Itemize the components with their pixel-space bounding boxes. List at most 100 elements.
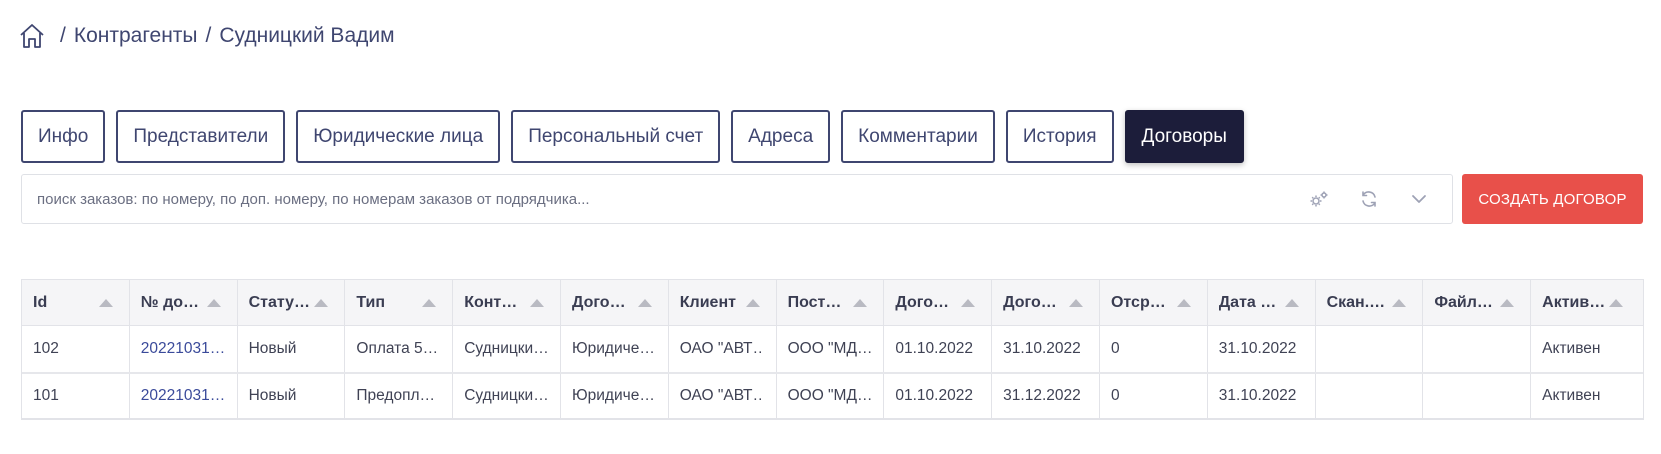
settings-icon[interactable] bbox=[1294, 179, 1344, 219]
sort-icon[interactable] bbox=[1500, 298, 1515, 307]
column-header-contract-end[interactable]: Дого… bbox=[992, 280, 1100, 325]
column-header-id[interactable]: Id bbox=[22, 280, 130, 325]
sort-icon[interactable] bbox=[1392, 298, 1407, 307]
column-header-client[interactable]: Клиент bbox=[669, 280, 777, 325]
column-header-file[interactable]: Файл… bbox=[1423, 280, 1532, 325]
breadcrumb-separator: / bbox=[60, 24, 66, 47]
table-cell: 0 bbox=[1100, 326, 1208, 372]
main-content: Инфо Представители Юридические лица Перс… bbox=[0, 72, 1661, 454]
column-header-contract-start[interactable]: Дого… bbox=[884, 280, 993, 325]
column-header-label: Скан.… bbox=[1326, 293, 1386, 311]
cell-text: 0 bbox=[1110, 340, 1120, 357]
table-cell: Новый bbox=[238, 374, 346, 418]
cell-text: Активен bbox=[1542, 340, 1601, 357]
table-cell bbox=[1423, 326, 1532, 372]
table-row[interactable]: 101 20221031… Новый Предопл… Судницки… Ю… bbox=[22, 372, 1643, 418]
cell-text: 101 bbox=[33, 387, 59, 404]
column-header-label: Id bbox=[33, 293, 48, 311]
table-cell: Судницки… bbox=[453, 326, 561, 372]
breadcrumb-contractors[interactable]: Контрагенты bbox=[74, 24, 198, 48]
sort-icon[interactable] bbox=[1284, 298, 1299, 307]
tab-bar: Инфо Представители Юридические лица Перс… bbox=[21, 110, 1255, 163]
column-header-active[interactable]: Актив… bbox=[1531, 280, 1639, 325]
table-cell: 102 bbox=[22, 326, 130, 372]
table-cell: Оплата 5… bbox=[345, 326, 454, 372]
table-cell: 31.10.2022 bbox=[1208, 374, 1316, 418]
column-header-status[interactable]: Стату… bbox=[238, 280, 346, 325]
column-header-label: Пост… bbox=[787, 293, 842, 311]
column-header-contract-number[interactable]: № до… bbox=[130, 280, 238, 325]
cell-text: 102 bbox=[33, 340, 59, 357]
column-header-scan[interactable]: Скан.… bbox=[1316, 280, 1424, 325]
cell-text: Судницки… bbox=[464, 387, 549, 404]
chevron-down-icon[interactable] bbox=[1394, 179, 1444, 219]
tab-personal-account[interactable]: Персональный счет bbox=[511, 110, 721, 163]
table-cell: 101 bbox=[22, 374, 130, 418]
table-cell: 31.10.2022 bbox=[992, 326, 1100, 372]
column-header-contract-kind[interactable]: Дого… bbox=[561, 280, 669, 325]
column-header-label: Клиент bbox=[679, 293, 736, 311]
cell-text: Активен bbox=[1542, 387, 1601, 404]
table-cell bbox=[1316, 326, 1424, 372]
tab-contracts[interactable]: Договоры bbox=[1124, 110, 1244, 163]
column-header-label: Отср… bbox=[1110, 293, 1166, 311]
cell-text: Судницки… bbox=[464, 340, 549, 357]
sort-icon[interactable] bbox=[637, 298, 652, 307]
table-cell bbox=[1316, 374, 1424, 418]
table-row[interactable]: 102 20221031… Новый Оплата 5… Судницки… … bbox=[22, 326, 1643, 372]
table-cell: ОАО "АВТ… bbox=[669, 374, 777, 418]
tab-addresses[interactable]: Адреса bbox=[731, 110, 831, 163]
table-cell: ОАО "АВТ… bbox=[669, 326, 777, 372]
column-header-label: Актив… bbox=[1542, 293, 1605, 311]
sort-icon[interactable] bbox=[1608, 298, 1623, 307]
tab-info[interactable]: Инфо bbox=[21, 110, 106, 163]
table-cell: Активен bbox=[1531, 326, 1639, 372]
column-header-supplier[interactable]: Пост… bbox=[777, 280, 885, 325]
breadcrumb: / Контрагенты / Судницкий Вадим bbox=[52, 24, 395, 48]
cell-text: Оплата 5… bbox=[356, 340, 439, 357]
column-header-contractor[interactable]: Конт… bbox=[453, 280, 561, 325]
tab-history[interactable]: История bbox=[1005, 110, 1114, 163]
cell-text: 31.12.2022 bbox=[1003, 387, 1081, 404]
sort-icon[interactable] bbox=[98, 298, 113, 307]
tab-representatives[interactable]: Представители bbox=[116, 110, 286, 163]
column-header-deferral[interactable]: Отср… bbox=[1100, 280, 1208, 325]
sort-icon[interactable] bbox=[853, 298, 868, 307]
table-cell: 20221031… bbox=[130, 374, 238, 418]
search-input[interactable] bbox=[22, 175, 1294, 223]
refresh-icon[interactable] bbox=[1344, 179, 1394, 219]
column-header-label: Дого… bbox=[571, 293, 626, 311]
sort-icon[interactable] bbox=[314, 298, 329, 307]
cell-text: 31.10.2022 bbox=[1218, 340, 1297, 357]
cell-text: 01.10.2022 bbox=[895, 340, 973, 357]
table-cell: Юридиче… bbox=[561, 326, 669, 372]
search-bar bbox=[21, 174, 1453, 224]
cell-text: ООО "МД… bbox=[787, 387, 872, 404]
table-cell: 20221031… bbox=[130, 326, 238, 372]
column-header-date[interactable]: Дата … bbox=[1208, 280, 1316, 325]
sort-icon[interactable] bbox=[1068, 298, 1083, 307]
contract-number-link[interactable]: 20221031… bbox=[141, 387, 225, 405]
table-cell: ООО "МД… bbox=[777, 326, 885, 372]
contract-number-link[interactable]: 20221031… bbox=[141, 340, 225, 358]
column-header-label: Дого… bbox=[1003, 293, 1057, 311]
cell-text: Новый bbox=[248, 340, 297, 357]
sort-icon[interactable] bbox=[529, 298, 544, 307]
sort-icon[interactable] bbox=[422, 298, 437, 307]
breadcrumb-separator: / bbox=[205, 24, 212, 47]
sort-icon[interactable] bbox=[961, 298, 976, 307]
sort-icon[interactable] bbox=[745, 298, 760, 307]
tab-legal-entities[interactable]: Юридические лица bbox=[296, 110, 501, 163]
cell-text: Юридиче… bbox=[571, 340, 655, 357]
home-icon[interactable] bbox=[18, 22, 46, 50]
column-header-label: Тип bbox=[356, 293, 386, 311]
column-header-type[interactable]: Тип bbox=[345, 280, 454, 325]
column-header-label: Дата … bbox=[1218, 293, 1277, 311]
sort-icon[interactable] bbox=[206, 298, 221, 307]
table-cell: 0 bbox=[1100, 374, 1208, 418]
sort-icon[interactable] bbox=[1176, 298, 1191, 307]
tab-comments[interactable]: Комментарии bbox=[841, 110, 995, 163]
create-contract-button[interactable]: СОЗДАТЬ ДОГОВОР bbox=[1462, 174, 1643, 224]
cell-text: 31.10.2022 bbox=[1218, 387, 1297, 404]
cell-text: Предопл… bbox=[356, 387, 436, 404]
